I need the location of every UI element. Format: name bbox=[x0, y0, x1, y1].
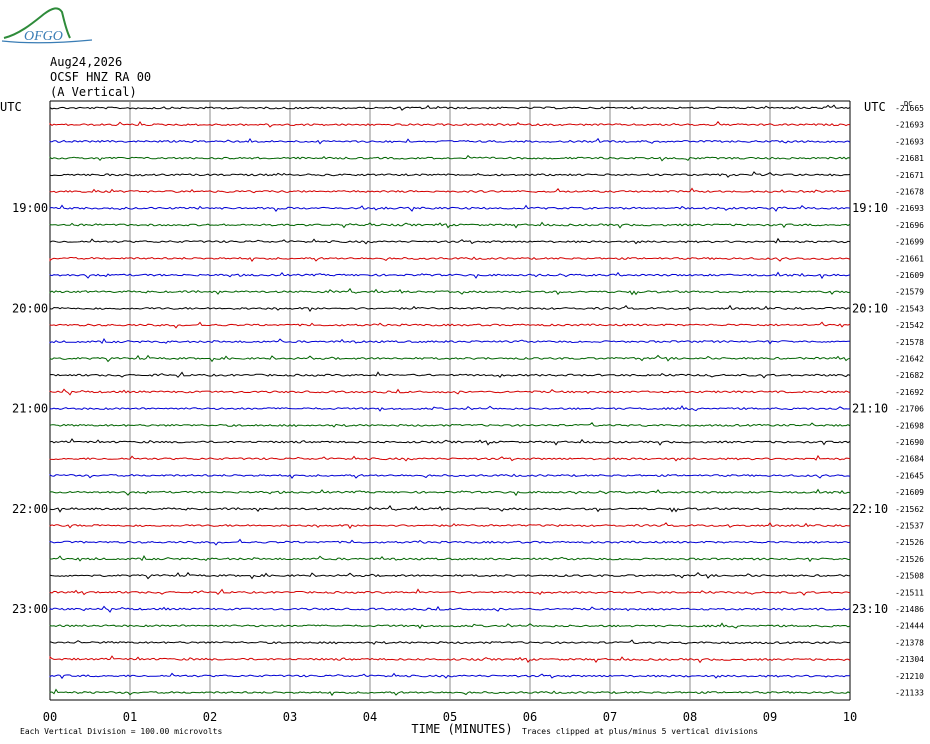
x-axis-title: TIME (MINUTES) bbox=[411, 722, 512, 736]
left-hour-label: 22:00 bbox=[12, 502, 48, 516]
x-tick-label: 04 bbox=[363, 710, 377, 724]
clipping-note: Traces clipped at plus/minus 5 vertical … bbox=[522, 727, 758, 736]
dc-offset-label: -21684 bbox=[895, 455, 924, 464]
dc-offset-label: -21645 bbox=[895, 471, 924, 480]
dc-offset-label: -21526 bbox=[895, 555, 924, 564]
x-tick-label: 01 bbox=[123, 710, 137, 724]
x-tick-label: 03 bbox=[283, 710, 297, 724]
dc-offset-label: -21678 bbox=[895, 188, 924, 197]
dc-offset-label: -21542 bbox=[895, 321, 924, 330]
right-hour-label: 23:10 bbox=[852, 602, 888, 616]
dc-offset-label: -21681 bbox=[895, 154, 924, 163]
right-hour-label: 19:10 bbox=[852, 201, 888, 215]
dc-offset-label: -21682 bbox=[895, 371, 924, 380]
left-hour-label: 23:00 bbox=[12, 602, 48, 616]
dc-offset-label: -21642 bbox=[895, 355, 924, 364]
dc-offset-label: -21526 bbox=[895, 538, 924, 547]
left-hour-label: 19:00 bbox=[12, 201, 48, 215]
dc-offset-label: -21690 bbox=[895, 438, 924, 447]
x-tick-label: 08 bbox=[683, 710, 697, 724]
right-hour-label: 20:10 bbox=[852, 301, 888, 315]
left-utc-label: UTC bbox=[0, 100, 22, 114]
dc-offset-label: -21693 bbox=[895, 204, 924, 213]
left-hour-label: 21:00 bbox=[12, 402, 48, 416]
dc-offset-label: -21578 bbox=[895, 338, 924, 347]
dc-offset-label: -21692 bbox=[895, 388, 924, 397]
dc-offset-label: -21210 bbox=[895, 672, 924, 681]
dc-offset-label: -21511 bbox=[895, 588, 924, 597]
vertical-division-note: Each Vertical Division = 100.00 microvol… bbox=[20, 727, 222, 736]
dc-offset-label: -21486 bbox=[895, 605, 924, 614]
dc-offset-label: -21699 bbox=[895, 238, 924, 247]
x-tick-label: 10 bbox=[843, 710, 857, 724]
right-hour-label: 22:10 bbox=[852, 502, 888, 516]
x-tick-label: 09 bbox=[763, 710, 777, 724]
dc-offset-label: -21609 bbox=[895, 271, 924, 280]
dc-offset-label: -21508 bbox=[895, 572, 924, 581]
dc-offset-label: -21579 bbox=[895, 288, 924, 297]
dc-offset-label: -21537 bbox=[895, 522, 924, 531]
dc-offset-label: -21696 bbox=[895, 221, 924, 230]
dc-offset-label: -21706 bbox=[895, 405, 924, 414]
dc-offset-label: -21671 bbox=[895, 171, 924, 180]
x-tick-label: 02 bbox=[203, 710, 217, 724]
dc-offset-label: -21693 bbox=[895, 121, 924, 130]
dc-offset-label: -21444 bbox=[895, 622, 924, 631]
dc-offset-label: -21133 bbox=[895, 689, 924, 698]
dc-offset-label: -21562 bbox=[895, 505, 924, 514]
dc-offset-label: -21304 bbox=[895, 655, 924, 664]
helicorder-page: OFGO Aug24,2026 OCSF HNZ RA 00 (A Vertic… bbox=[0, 0, 930, 744]
dc-offset-label: -21693 bbox=[895, 137, 924, 146]
right-utc-label: UTC bbox=[864, 100, 886, 114]
dc-offset-label: -21609 bbox=[895, 488, 924, 497]
dc-label: DC bbox=[904, 100, 912, 108]
helicorder-chart: -21665-21693-21693-21681-21671-21678-216… bbox=[0, 100, 924, 736]
x-tick-label: 06 bbox=[523, 710, 537, 724]
right-hour-label: 21:10 bbox=[852, 402, 888, 416]
left-hour-label: 20:00 bbox=[12, 301, 48, 315]
dc-offset-label: -21661 bbox=[895, 254, 924, 263]
x-tick-label: 00 bbox=[43, 710, 57, 724]
dc-offset-label: -21698 bbox=[895, 421, 924, 430]
dc-offset-label: -21378 bbox=[895, 638, 924, 647]
dc-offset-label: -21543 bbox=[895, 304, 924, 313]
x-tick-label: 07 bbox=[603, 710, 617, 724]
